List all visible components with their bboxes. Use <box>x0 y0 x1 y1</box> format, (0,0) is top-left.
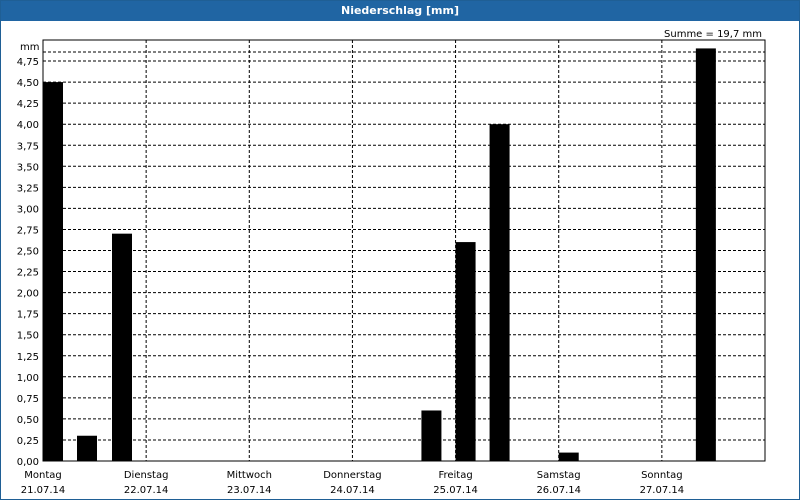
y-tick-label: 2,75 <box>17 225 39 236</box>
x-day-label: Dienstag <box>124 470 169 481</box>
y-tick-label: 1,00 <box>17 373 39 384</box>
x-day-label: Donnerstag <box>323 470 381 481</box>
x-day-label: Freitag <box>438 470 472 481</box>
x-date-label: 24.07.14 <box>330 485 375 496</box>
bar <box>558 452 579 461</box>
x-date-label: 21.07.14 <box>21 485 66 496</box>
x-date-label: 27.07.14 <box>640 485 685 496</box>
y-axis-unit-label: mm <box>20 42 39 53</box>
bar <box>43 82 63 461</box>
x-day-label: Mittwoch <box>227 470 272 481</box>
y-tick-label: 2,25 <box>17 268 39 279</box>
x-day-label: Samstag <box>537 470 581 481</box>
y-tick-label: 2,00 <box>17 289 39 300</box>
y-tick-label: 3,25 <box>17 183 39 194</box>
x-date-label: 22.07.14 <box>124 485 169 496</box>
y-tick-label: 4,25 <box>17 99 39 110</box>
y-tick-label: 1,50 <box>17 331 39 342</box>
y-tick-label: 0,75 <box>17 394 39 405</box>
bar <box>112 233 132 461</box>
y-tick-label: 4,00 <box>17 120 39 131</box>
x-date-label: 25.07.14 <box>433 485 478 496</box>
sum-label: Summe = 19,7 mm <box>664 29 762 40</box>
x-date-label: 23.07.14 <box>227 485 272 496</box>
x-date-label: 26.07.14 <box>536 485 581 496</box>
y-tick-label: 1,25 <box>17 352 39 363</box>
x-day-label: Montag <box>24 470 61 481</box>
y-tick-label: 0,00 <box>17 457 39 468</box>
y-tick-label: 4,50 <box>17 78 39 89</box>
bar <box>455 242 476 461</box>
y-tick-label: 0,50 <box>17 415 39 426</box>
bar <box>489 124 510 461</box>
y-tick-label: 3,00 <box>17 204 39 215</box>
precipitation-chart: Summe = 19,7 mm mm 0,00 0,25 0,50 0,75 1,00 1… <box>17 29 766 496</box>
bar <box>77 435 97 461</box>
bar <box>695 48 716 462</box>
y-tick-label: 3,75 <box>17 141 39 152</box>
y-tick-label: 1,75 <box>17 310 39 321</box>
y-tick-label: 2,50 <box>17 247 39 258</box>
y-tick-label: 0,25 <box>17 436 39 447</box>
x-day-label: Sonntag <box>641 470 683 481</box>
y-tick-label: 3,50 <box>17 162 39 173</box>
y-tick-label: 4,75 <box>17 57 39 68</box>
bar <box>421 410 442 461</box>
